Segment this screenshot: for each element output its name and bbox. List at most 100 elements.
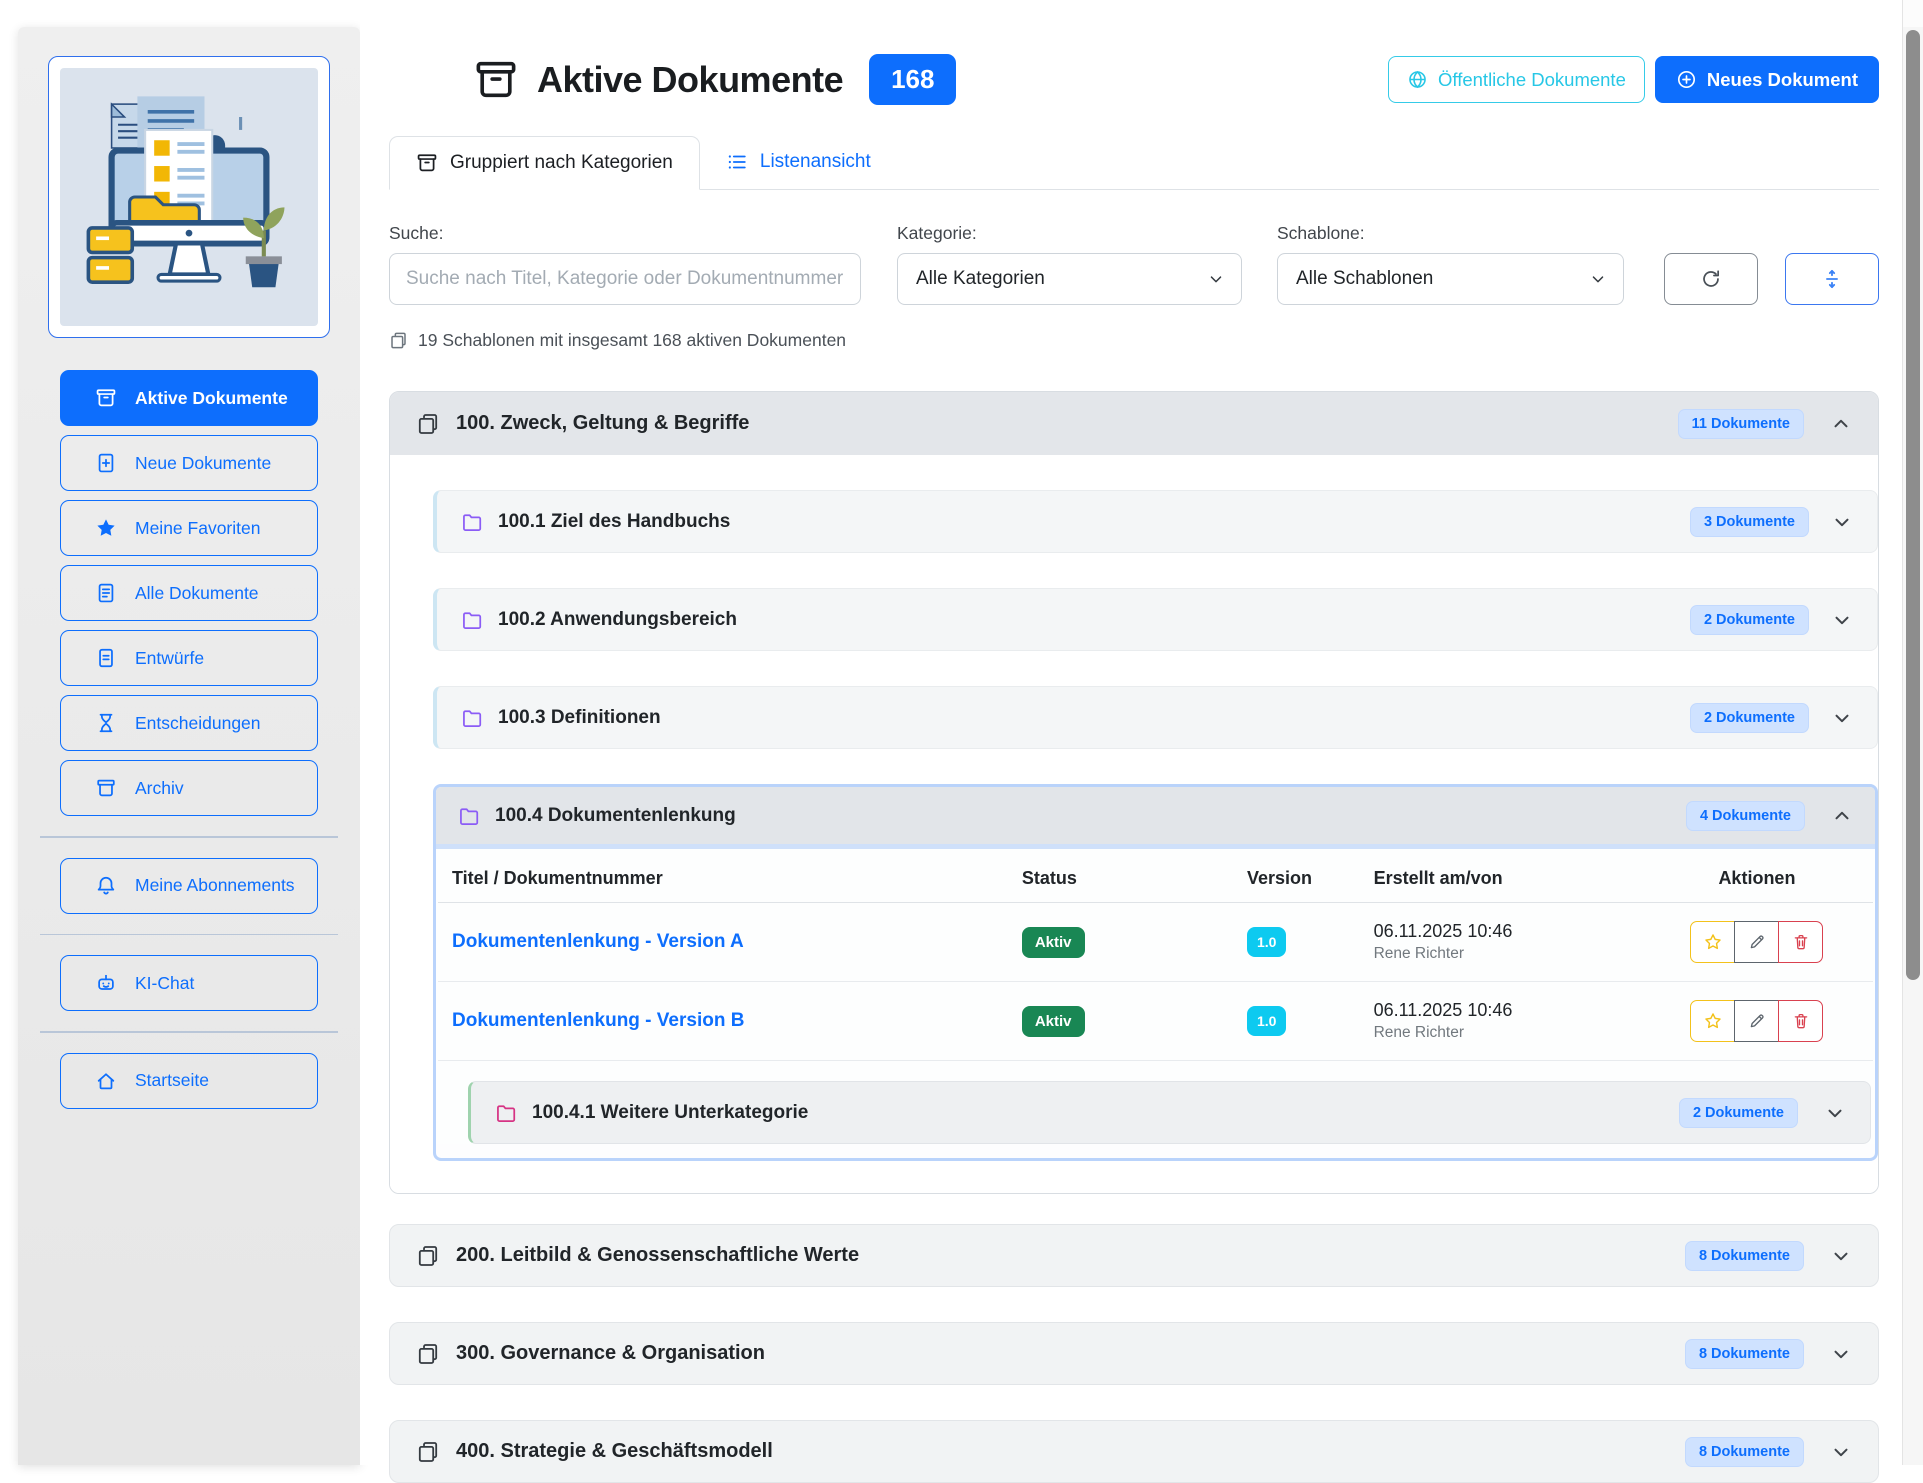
subcategory-doc-count-badge: 2 Dokumente <box>1690 605 1809 635</box>
home-icon <box>95 1070 117 1092</box>
sidebar-item-label: Aktive Dokumente <box>135 388 288 409</box>
col-title-header: Titel / Dokumentnummer <box>452 868 1022 889</box>
sidebar-item-ki-chat[interactable]: KI-Chat <box>60 955 318 1011</box>
trash-icon <box>1792 933 1810 951</box>
chevron-down-icon[interactable] <box>1830 1245 1852 1267</box>
created-date: 06.11.2025 10:46 <box>1374 921 1655 942</box>
sidebar-item-neue-dokumente[interactable]: Neue Dokumente <box>60 435 318 491</box>
star-outline-icon <box>1704 933 1722 951</box>
chevron-down-icon[interactable] <box>1831 609 1853 631</box>
edit-button[interactable] <box>1734 921 1779 963</box>
documents-illustration-image <box>60 68 318 326</box>
scrollbar-top[interactable] <box>1903 0 1923 27</box>
page-title: Aktive Dokumente <box>537 59 843 101</box>
subcategory-100-4-header[interactable]: 100.4 Dokumentenlenkung 4 Dokumente <box>436 787 1875 849</box>
refresh-button[interactable] <box>1664 253 1758 305</box>
archive-box-icon <box>95 777 117 799</box>
actions-cell <box>1655 1000 1859 1042</box>
col-status-header: Status <box>1022 868 1247 889</box>
group-100-header[interactable]: 100. Zweck, Geltung & Begriffe 11 Dokume… <box>390 392 1878 455</box>
chevron-down-icon[interactable] <box>1830 1441 1852 1463</box>
status-badge: Aktiv <box>1022 1006 1085 1037</box>
delete-button[interactable] <box>1778 1000 1823 1042</box>
sidebar-item-meine-favoriten[interactable]: Meine Favoriten <box>60 500 318 556</box>
chevron-up-icon[interactable] <box>1830 413 1852 435</box>
sidebar-item-aktive-dokumente[interactable]: Aktive Dokumente <box>60 370 318 426</box>
subcategory-title: 100.1 Ziel des Handbuchs <box>498 511 730 533</box>
created-author: Rene Richter <box>1374 945 1655 963</box>
edit-button[interactable] <box>1734 1000 1779 1042</box>
chevron-down-icon[interactable] <box>1831 707 1853 729</box>
subcategory-doc-count-badge: 3 Dokumente <box>1690 507 1809 537</box>
pencil-icon <box>1748 933 1766 951</box>
chevron-up-icon[interactable] <box>1831 805 1853 827</box>
group-title: 400. Strategie & Geschäftsmodell <box>456 1440 773 1463</box>
group-400-header[interactable]: 400. Strategie & Geschäftsmodell 8 Dokum… <box>389 1420 1879 1483</box>
expand-collapse-all-button[interactable] <box>1785 253 1879 305</box>
tab-list-view[interactable]: Listenansicht <box>700 135 897 189</box>
file-text-icon <box>95 582 117 604</box>
created-cell: 06.11.2025 10:46 Rene Richter <box>1374 921 1655 963</box>
group-300-header[interactable]: 300. Governance & Organisation 8 Dokumen… <box>389 1322 1879 1385</box>
subcategory-100-1[interactable]: 100.1 Ziel des Handbuchs 3 Dokumente <box>433 490 1878 553</box>
scrollbar-thumb[interactable] <box>1906 30 1920 980</box>
category-groups: 100. Zweck, Geltung & Begriffe 11 Dokume… <box>389 391 1879 1483</box>
sidebar-divider <box>40 934 338 936</box>
unfold-vertical-icon <box>1821 268 1843 290</box>
folder-icon <box>495 1102 517 1124</box>
tab-grouped-by-categories[interactable]: Gruppiert nach Kategorien <box>389 136 700 190</box>
vertical-scrollbar[interactable] <box>1902 0 1923 1465</box>
filter-bar: Suche: Kategorie: Alle Kategorien Schabl… <box>389 223 1879 305</box>
archive-icon <box>95 387 117 409</box>
template-select[interactable]: Alle Schablonen <box>1277 253 1624 305</box>
subcategory-title: 100.3 Definitionen <box>498 707 661 729</box>
subcategory-100-3[interactable]: 100.3 Definitionen 2 Dokumente <box>433 686 1878 749</box>
sidebar-item-entscheidungen[interactable]: Entscheidungen <box>60 695 318 751</box>
subcategory-100-4-1[interactable]: 100.4.1 Weitere Unterkategorie 2 Dokumen… <box>468 1081 1871 1144</box>
sidebar-item-startseite[interactable]: Startseite <box>60 1053 318 1109</box>
subcategory-doc-count-badge: 2 Dokumente <box>1679 1098 1798 1128</box>
subcategory-100-2[interactable]: 100.2 Anwendungsbereich 2 Dokumente <box>433 588 1878 651</box>
chevron-down-icon[interactable] <box>1830 1343 1852 1365</box>
version-badge: 1.0 <box>1247 1006 1286 1036</box>
file-plus-icon <box>95 452 117 474</box>
document-count-badge: 168 <box>869 54 956 105</box>
favorite-button[interactable] <box>1690 921 1735 963</box>
subcategory-doc-count-badge: 4 Dokumente <box>1686 801 1805 831</box>
delete-button[interactable] <box>1778 921 1823 963</box>
sidebar-item-label: Archiv <box>135 778 184 799</box>
subcategory-doc-count-badge: 2 Dokumente <box>1690 703 1809 733</box>
group-200-header[interactable]: 200. Leitbild & Genossenschaftliche Wert… <box>389 1224 1879 1287</box>
sidebar-item-alle-dokumente[interactable]: Alle Dokumente <box>60 565 318 621</box>
document-link[interactable]: Dokumentenlenkung - Version B <box>452 1010 1022 1032</box>
archive-icon <box>416 152 438 174</box>
hourglass-icon <box>95 712 117 734</box>
status-badge: Aktiv <box>1022 927 1085 958</box>
favorite-button[interactable] <box>1690 1000 1735 1042</box>
templates-stack-icon <box>389 331 408 350</box>
template-filter-group: Schablone: Alle Schablonen <box>1277 223 1624 305</box>
page-header: Aktive Dokumente 168 Öffentliche Dokumen… <box>389 54 1879 105</box>
col-created-header: Erstellt am/von <box>1374 868 1655 889</box>
public-documents-button[interactable]: Öffentliche Dokumente <box>1388 56 1645 103</box>
new-document-button[interactable]: Neues Dokument <box>1655 56 1879 103</box>
group-title: 300. Governance & Organisation <box>456 1342 765 1365</box>
chevron-down-icon[interactable] <box>1831 511 1853 533</box>
sidebar-item-label: Meine Abonnements <box>135 875 295 896</box>
nested-subcategory-wrap: 100.4.1 Weitere Unterkategorie 2 Dokumen… <box>468 1081 1871 1144</box>
star-outline-icon <box>1704 1012 1722 1030</box>
sidebar-item-label: Entwürfe <box>135 648 204 669</box>
sidebar-item-meine-abonnements[interactable]: Meine Abonnements <box>60 858 318 914</box>
document-link[interactable]: Dokumentenlenkung - Version A <box>452 931 1022 953</box>
file-icon <box>95 647 117 669</box>
chevron-down-icon[interactable] <box>1824 1102 1846 1124</box>
subcategory-title: 100.4 Dokumentenlenkung <box>495 805 736 827</box>
search-input[interactable] <box>389 253 861 305</box>
summary-line: 19 Schablonen mit insgesamt 168 aktiven … <box>389 330 1879 351</box>
sidebar-item-archiv[interactable]: Archiv <box>60 760 318 816</box>
category-select[interactable]: Alle Kategorien <box>897 253 1242 305</box>
sidebar-item-entwuerfe[interactable]: Entwürfe <box>60 630 318 686</box>
globe-icon <box>1407 69 1428 90</box>
sidebar-item-label: KI-Chat <box>135 973 194 994</box>
plus-circle-icon <box>1676 69 1697 90</box>
